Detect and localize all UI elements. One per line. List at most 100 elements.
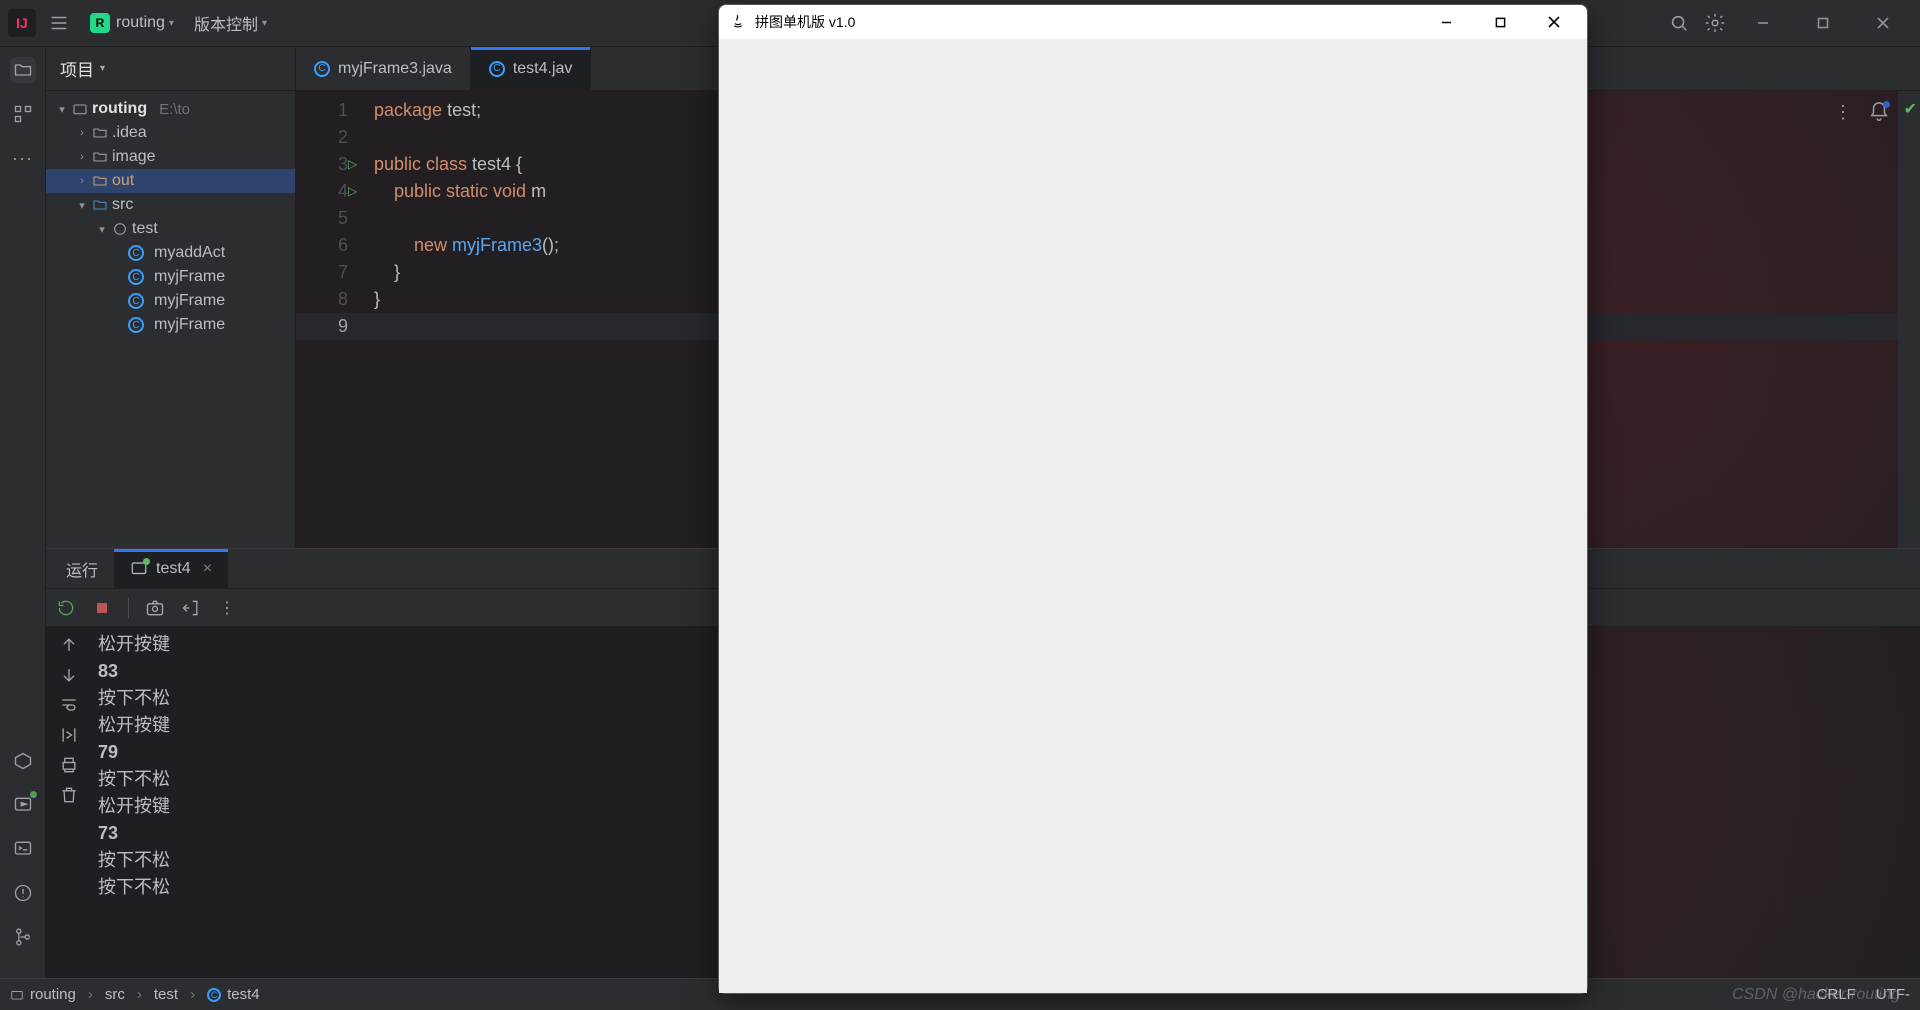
java-window-title: 拼图单机版 v1.0: [755, 12, 855, 32]
folder-icon: [10, 988, 24, 1002]
search-icon[interactable]: [1668, 12, 1690, 34]
tree-class[interactable]: CmyjFrame: [46, 289, 295, 313]
breadcrumb[interactable]: routing› src› test› C test4: [10, 986, 260, 1003]
structure-tool-icon[interactable]: [10, 101, 36, 127]
folder-icon: [92, 173, 108, 189]
print-icon[interactable]: [59, 755, 79, 775]
tree-label: image: [112, 148, 156, 166]
terminal-tool-icon[interactable]: [10, 836, 36, 862]
crumb-item[interactable]: test4: [227, 986, 260, 1003]
close-button[interactable]: [1531, 7, 1577, 37]
tree-root-label: routing: [92, 100, 147, 118]
class-icon: C: [128, 245, 144, 261]
close-icon[interactable]: ×: [203, 560, 212, 578]
package-icon: [112, 221, 128, 237]
line-gutter: 1 2 3▷ 4▷ 5 6 7 8 9: [296, 91, 366, 548]
tree-label: myaddAct: [154, 244, 225, 262]
chevron-down-icon: ▾: [169, 18, 174, 29]
tree-folder-src[interactable]: ▾src: [46, 193, 295, 217]
class-icon: C: [128, 293, 144, 309]
more-icon[interactable]: ⋮: [217, 598, 237, 618]
run-config-tab[interactable]: test4 ×: [114, 549, 228, 588]
tab-label: test4.jav: [513, 60, 573, 78]
vcs-menu[interactable]: 版本控制 ▾: [194, 11, 267, 35]
problems-tool-icon[interactable]: [10, 880, 36, 906]
chevron-down-icon: ▾: [100, 63, 105, 74]
vcs-menu-label: 版本控制: [194, 11, 258, 35]
sidebar-title: 项目: [60, 56, 94, 81]
app-logo-icon: IJ: [8, 9, 36, 37]
folder-icon: [92, 125, 108, 141]
tree-class[interactable]: CmyjFrame: [46, 313, 295, 337]
project-name: routing: [116, 14, 165, 32]
soft-wrap-icon[interactable]: [59, 695, 79, 715]
tree-label: out: [112, 172, 134, 190]
more-tools-icon[interactable]: ···: [10, 145, 36, 171]
java-app-window[interactable]: 拼图单机版 v1.0: [718, 4, 1588, 994]
up-icon[interactable]: [59, 635, 79, 655]
minimize-button[interactable]: [1740, 8, 1786, 38]
run-tool-icon[interactable]: [10, 792, 36, 818]
chevron-down-icon[interactable]: ▾: [96, 223, 108, 236]
crumb-item[interactable]: routing: [30, 986, 76, 1003]
project-selector[interactable]: R routing ▾: [82, 9, 182, 37]
class-icon: C: [314, 61, 330, 77]
trash-icon[interactable]: [59, 785, 79, 805]
maximize-button[interactable]: [1477, 7, 1523, 37]
folder-icon: [92, 149, 108, 165]
tree-root[interactable]: ▾ routing E:\to: [46, 97, 295, 121]
stop-icon[interactable]: [92, 598, 112, 618]
git-tool-icon[interactable]: [10, 924, 36, 950]
tree-folder-image[interactable]: › image: [46, 145, 295, 169]
crumb-item[interactable]: test: [154, 986, 178, 1003]
java-window-body[interactable]: [719, 39, 1587, 993]
tree-folder-test[interactable]: ▾ test: [46, 217, 295, 241]
exit-icon[interactable]: [181, 598, 201, 618]
run-gutter-icon[interactable]: ▷: [348, 151, 357, 178]
titlebar-right: [1668, 8, 1912, 38]
run-side-toolbar: [46, 627, 92, 978]
settings-icon[interactable]: [1704, 12, 1726, 34]
tree-class[interactable]: CmyjFrame: [46, 265, 295, 289]
editor-more-icon[interactable]: ⋮: [1832, 101, 1854, 123]
project-sidebar-header[interactable]: 项目 ▾: [46, 47, 295, 91]
run-panel-label[interactable]: 运行: [50, 549, 114, 588]
class-icon: C: [128, 317, 144, 333]
tree-class[interactable]: CmyaddAct: [46, 241, 295, 265]
tree-root-path: E:\to: [159, 101, 190, 118]
run-tab-label: test4: [156, 560, 191, 578]
project-sidebar: 项目 ▾ ▾ routing E:\to ›.idea ›image ›out …: [46, 47, 296, 548]
chevron-down-icon[interactable]: ▾: [76, 199, 88, 212]
watermark: CSDN @hacker-routing: [1732, 986, 1900, 1004]
chevron-down-icon[interactable]: ▾: [56, 103, 68, 116]
class-icon: C: [207, 988, 221, 1002]
down-icon[interactable]: [59, 665, 79, 685]
notifications-icon[interactable]: [1868, 101, 1890, 123]
folder-icon: [92, 197, 108, 213]
tree-label: test: [132, 220, 158, 238]
crumb-item[interactable]: src: [105, 986, 125, 1003]
rerun-icon[interactable]: [56, 598, 76, 618]
chevron-right-icon[interactable]: ›: [76, 127, 88, 139]
chevron-right-icon[interactable]: ›: [76, 175, 88, 187]
run-label-text: 运行: [66, 557, 98, 581]
chevron-right-icon[interactable]: ›: [76, 151, 88, 163]
editor-tab[interactable]: CmyjFrame3.java: [296, 47, 471, 90]
chevron-down-icon: ▾: [262, 18, 267, 29]
tree-folder-out[interactable]: › out: [46, 169, 295, 193]
left-tool-rail: ···: [0, 47, 46, 978]
screenshot-icon[interactable]: [145, 598, 165, 618]
services-tool-icon[interactable]: [10, 748, 36, 774]
project-tree[interactable]: ▾ routing E:\to ›.idea ›image ›out ▾src …: [46, 91, 295, 548]
maximize-button[interactable]: [1800, 8, 1846, 38]
minimize-button[interactable]: [1423, 7, 1469, 37]
project-tool-icon[interactable]: [10, 57, 36, 83]
main-menu-icon[interactable]: [48, 12, 70, 34]
java-icon: [729, 13, 747, 31]
close-button[interactable]: [1860, 8, 1906, 38]
run-gutter-icon[interactable]: ▷: [348, 178, 357, 205]
java-window-titlebar[interactable]: 拼图单机版 v1.0: [719, 5, 1587, 39]
scroll-to-end-icon[interactable]: [59, 725, 79, 745]
editor-tab-active[interactable]: Ctest4.jav: [471, 47, 592, 90]
tree-folder-idea[interactable]: ›.idea: [46, 121, 295, 145]
